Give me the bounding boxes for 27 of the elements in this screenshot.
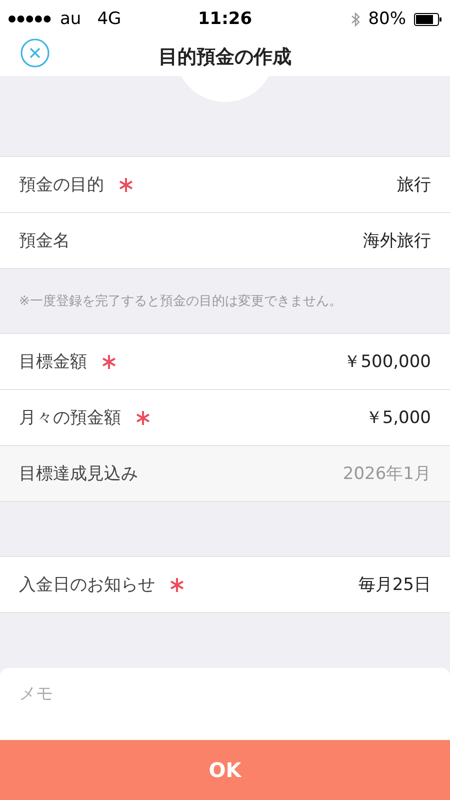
carrier-name: au bbox=[60, 9, 82, 29]
field-value: ￥5,000 bbox=[365, 407, 431, 429]
memo-field[interactable]: メモ bbox=[0, 668, 450, 740]
field-label: 入金日のお知らせ bbox=[19, 574, 155, 596]
field-value: 旅行 bbox=[397, 174, 431, 196]
field-value: 2026年1月 bbox=[342, 463, 431, 485]
screen-title: 目的預金の作成 bbox=[158, 45, 292, 70]
field-label: 目標金額 bbox=[19, 351, 87, 373]
bluetooth-icon bbox=[351, 12, 360, 26]
field-label: 目標達成見込み bbox=[19, 463, 138, 485]
form-row[interactable]: 預金の目的 旅行 bbox=[0, 157, 450, 213]
battery-icon bbox=[414, 12, 442, 26]
field-value: 海外旅行 bbox=[363, 230, 431, 252]
note-text: ※一度登録を完了すると預金の目的は変更できません。 bbox=[19, 293, 342, 310]
form-row[interactable]: 目標金額 ￥500,000 bbox=[0, 334, 450, 390]
field-label: 預金の目的 bbox=[19, 174, 104, 196]
battery-percent: 80% bbox=[368, 9, 406, 29]
field-value: 毎月25日 bbox=[358, 574, 431, 596]
field-label: 月々の預金額 bbox=[19, 407, 121, 429]
form-row[interactable]: 入金日のお知らせ 毎月25日 bbox=[0, 557, 450, 613]
field-label: 預金名 bbox=[19, 230, 70, 252]
status-time: 11:26 bbox=[198, 9, 252, 29]
close-icon[interactable] bbox=[20, 38, 50, 68]
form-row[interactable]: 預金名 海外旅行 bbox=[0, 213, 450, 269]
signal-icon bbox=[8, 15, 52, 23]
network-type: 4G bbox=[97, 9, 122, 29]
field-value: ￥500,000 bbox=[344, 351, 431, 373]
